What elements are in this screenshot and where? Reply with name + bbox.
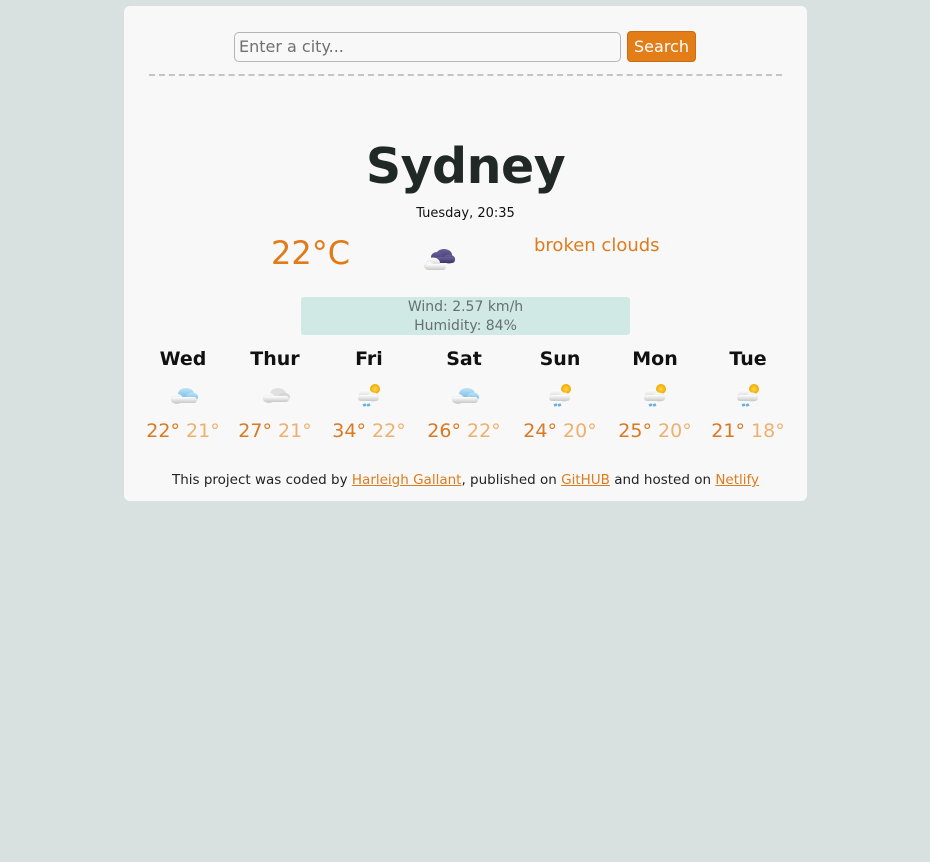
- sun-showers-icon: [549, 384, 571, 408]
- city-search-input[interactable]: [234, 31, 621, 62]
- footer-text: and hosted on: [609, 472, 716, 488]
- footer: This project was coded by Harleigh Galla…: [124, 472, 807, 488]
- forecast-day-name: Mon: [632, 348, 678, 370]
- forecast-max-temp: 34°: [332, 420, 366, 442]
- forecast-row: Wed 22° 21° Thur 27° 21° Fri 34° 22° Sat…: [136, 347, 796, 457]
- forecast-max-temp: 25°: [618, 420, 652, 442]
- forecast-min-temp: 22°: [372, 420, 406, 442]
- forecast-day: Sat 26° 22°: [416, 347, 512, 442]
- forecast-max-temp: 24°: [523, 420, 557, 442]
- light-rain-clouds-icon: [171, 388, 198, 404]
- forecast-min-temp: 20°: [563, 420, 597, 442]
- forecast-day-name: Wed: [159, 348, 207, 370]
- current-datetime: Tuesday, 20:35: [416, 206, 515, 221]
- forecast-min-temp: 21°: [186, 420, 220, 442]
- search-form: Search: [234, 31, 696, 62]
- weather-details-panel: Wind: 2.57 km/h Humidity: 84%: [301, 297, 630, 335]
- github-link[interactable]: GitHUB: [561, 472, 610, 488]
- forecast-day-name: Sat: [446, 348, 482, 370]
- forecast-min-temp: 22°: [467, 420, 501, 442]
- sun-showers-icon: [737, 384, 759, 408]
- dashed-divider: [149, 74, 782, 76]
- sun-showers-icon: [644, 384, 666, 408]
- humidity: Humidity: 84%: [414, 318, 517, 334]
- current-temperature: 22°C: [271, 234, 351, 272]
- forecast-day-name: Thur: [250, 348, 300, 370]
- forecast-min-temp: 20°: [658, 420, 692, 442]
- broken-clouds-icon: [424, 249, 455, 270]
- light-rain-clouds-icon: [452, 388, 479, 404]
- forecast-max-temp: 27°: [238, 420, 272, 442]
- city-name: Sydney: [365, 138, 566, 195]
- forecast-day: Mon 25° 20°: [607, 347, 703, 442]
- forecast-max-temp: 22°: [146, 420, 180, 442]
- netlify-link[interactable]: Netlify: [715, 472, 759, 488]
- footer-text: This project was coded by: [171, 472, 352, 488]
- author-link[interactable]: Harleigh Gallant: [352, 472, 462, 488]
- forecast-day: Tue 21° 18°: [700, 347, 796, 442]
- forecast-day: Sun 24° 20°: [512, 347, 608, 442]
- weather-description: broken clouds: [534, 235, 660, 256]
- forecast-min-temp: 18°: [751, 420, 785, 442]
- search-button[interactable]: Search: [627, 31, 696, 62]
- forecast-min-temp: 21°: [278, 420, 312, 442]
- forecast-max-temp: 21°: [711, 420, 745, 442]
- forecast-day-name: Fri: [355, 348, 383, 370]
- forecast-max-temp: 26°: [427, 420, 461, 442]
- wind-speed: Wind: 2.57 km/h: [407, 299, 524, 315]
- weather-card: Search Sydney Tuesday, 20:35 22°C broken…: [124, 6, 807, 501]
- forecast-day-name: Tue: [729, 348, 767, 370]
- overcast-clouds-icon: [263, 388, 290, 403]
- forecast-day: Wed 22° 21°: [135, 347, 231, 442]
- forecast-day-name: Sun: [539, 348, 581, 370]
- forecast-day: Fri 34° 22°: [321, 347, 417, 442]
- sun-showers-icon: [358, 384, 380, 408]
- forecast-day: Thur 27° 21°: [227, 347, 323, 442]
- footer-text: , published on: [461, 472, 562, 488]
